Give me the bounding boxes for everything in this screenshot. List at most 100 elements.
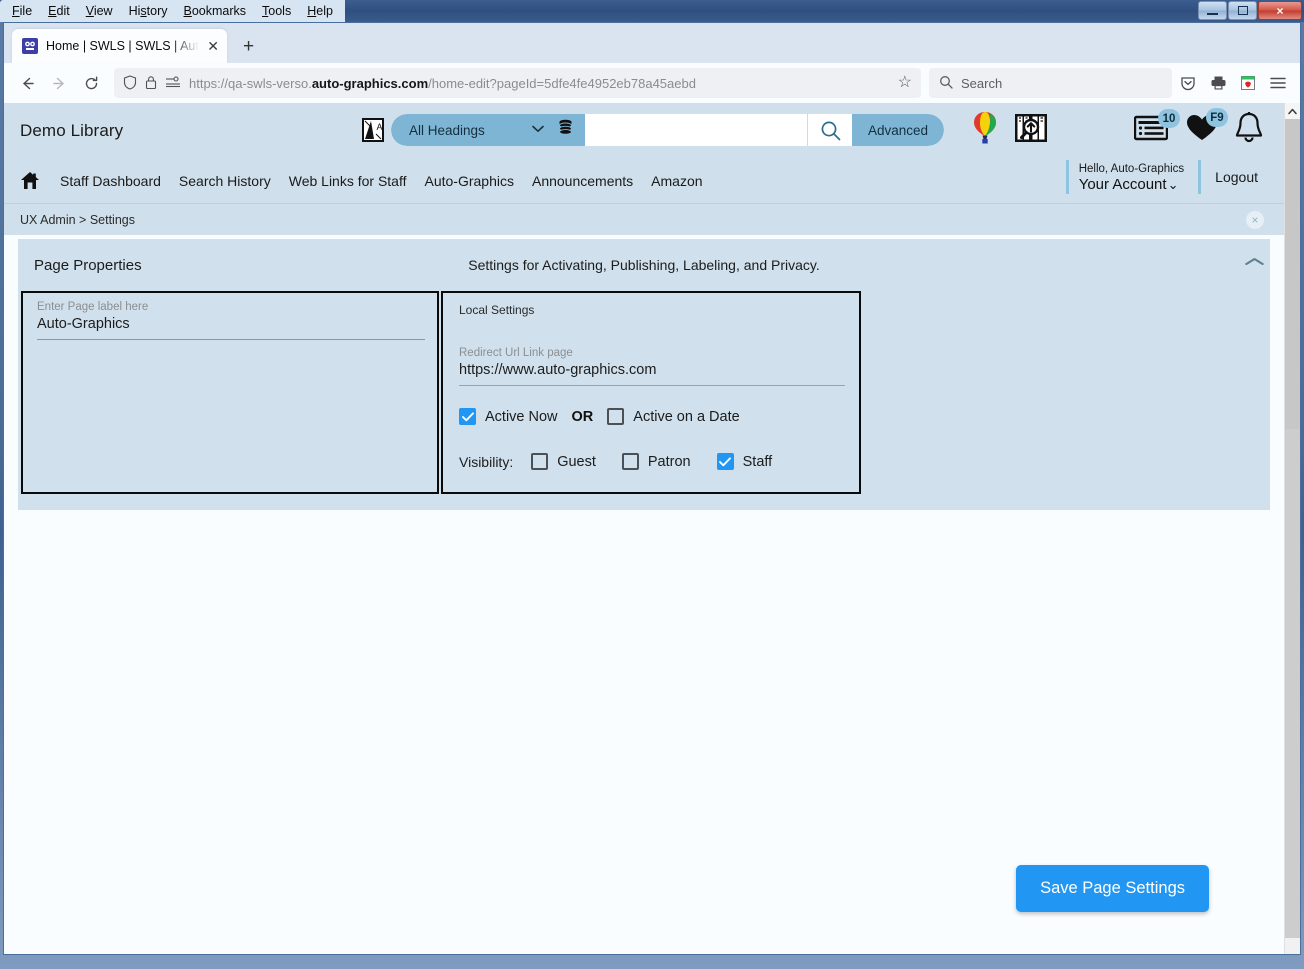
active-now-checkbox[interactable]	[459, 408, 476, 425]
panel-header: Page Properties Settings for Activating,…	[18, 239, 1270, 291]
tab-strip: Home | SWLS | SWLS | Auto-Gra ✕ +	[4, 23, 1300, 63]
print-icon[interactable]	[1204, 69, 1232, 97]
logout-area[interactable]: Logout	[1198, 160, 1268, 195]
nav-link-search-history[interactable]: Search History	[179, 173, 271, 189]
chevron-down-icon	[532, 125, 544, 136]
favorites-badge: F9	[1206, 108, 1228, 127]
staff-label: Staff	[742, 453, 773, 470]
pocket-icon[interactable]	[1174, 69, 1202, 97]
active-now-label: Active Now	[485, 408, 558, 425]
database-icon[interactable]	[558, 119, 573, 141]
lock-icon[interactable]	[145, 75, 157, 92]
url-bar[interactable]: https://qa-swls-verso.auto-graphics.com/…	[114, 68, 921, 98]
staff-checkbox[interactable]	[716, 453, 734, 470]
back-button[interactable]	[12, 68, 42, 98]
redirect-url-hint: Redirect Url Link page	[459, 347, 573, 359]
hamburger-menu-icon[interactable]	[1264, 69, 1292, 97]
scrollbar-thumb[interactable]	[1285, 119, 1300, 429]
bell-notifications-icon[interactable]	[1234, 112, 1264, 144]
menu-file[interactable]: File	[4, 2, 40, 20]
save-page-settings-button[interactable]: Save Page Settings	[1016, 865, 1209, 912]
menu-edit[interactable]: Edit	[40, 2, 78, 20]
page-scrollbar[interactable]	[1284, 103, 1300, 954]
close-window-button[interactable]: ×	[1258, 1, 1302, 20]
page-label-hint: Enter Page label here	[37, 301, 149, 313]
advanced-search-button[interactable]: Advanced	[852, 114, 945, 146]
search-scope-label: All Headings	[409, 122, 485, 138]
search-icon	[939, 75, 953, 91]
bookmark-star-icon[interactable]: ☆	[898, 75, 912, 91]
redirect-url-input[interactable]: https://www.auto-graphics.com	[459, 362, 845, 386]
search-submit-button[interactable]	[807, 114, 852, 146]
new-tab-button[interactable]: +	[237, 37, 260, 56]
active-on-date-checkbox-group[interactable]: Active on a Date	[607, 408, 740, 425]
window-controls: ×	[1197, 1, 1302, 20]
close-icon[interactable]: ×	[1246, 211, 1264, 229]
menu-bookmarks[interactable]: Bookmarks	[176, 2, 255, 20]
breadcrumb-bar: UX Admin > Settings ×	[4, 203, 1284, 235]
book-search-icon[interactable]	[1014, 112, 1048, 144]
navigation-toolbar: https://qa-swls-verso.auto-graphics.com/…	[4, 63, 1300, 103]
scrollbar-track[interactable]	[1285, 429, 1300, 938]
visibility-staff-group[interactable]: Staff	[716, 453, 773, 470]
nav-link-web-links-for-staff[interactable]: Web Links for Staff	[289, 173, 407, 189]
browser-window: Home | SWLS | SWLS | Auto-Gra ✕ +	[3, 22, 1301, 955]
page-properties-panel: Page Properties Settings for Activating,…	[18, 239, 1270, 510]
breadcrumb[interactable]: UX Admin > Settings	[20, 213, 135, 227]
minimize-button[interactable]	[1198, 1, 1227, 20]
logout-link[interactable]: Logout	[1215, 169, 1258, 185]
visibility-row: Visibility: Guest Patron Staff	[459, 453, 845, 470]
page-label-input[interactable]: Auto-Graphics	[37, 316, 425, 340]
browser-search-placeholder: Search	[961, 75, 1003, 91]
active-on-date-checkbox[interactable]	[607, 408, 625, 425]
account-menu[interactable]: Hello, Auto-Graphics Your Account ⌄	[1065, 160, 1198, 195]
chevron-down-icon: ⌄	[1167, 177, 1179, 193]
browser-search-bar[interactable]: Search	[929, 68, 1172, 98]
guest-checkbox[interactable]	[531, 453, 549, 470]
heart-favorites-icon[interactable]: F9	[1186, 108, 1228, 142]
forward-button[interactable]	[44, 68, 74, 98]
shield-icon[interactable]	[123, 74, 137, 92]
search-pill: All Headings Advanced	[391, 114, 945, 146]
active-now-checkbox-group[interactable]: Active Now	[459, 408, 558, 425]
reload-button[interactable]	[76, 68, 106, 98]
nav-link-announcements[interactable]: Announcements	[532, 173, 633, 189]
active-on-date-label: Active on a Date	[633, 408, 740, 425]
visibility-label: Visibility:	[459, 453, 514, 470]
collapse-chevron-icon[interactable]	[1244, 253, 1264, 270]
close-tab-icon[interactable]: ✕	[207, 39, 219, 53]
tab-favicon-icon	[22, 38, 38, 54]
or-separator: OR	[571, 408, 594, 425]
visibility-guest-group[interactable]: Guest	[531, 453, 596, 470]
visibility-patron-group[interactable]: Patron	[621, 453, 691, 470]
menu-help[interactable]: Help	[299, 2, 341, 20]
panel-subtitle: Settings for Activating, Publishing, Lab…	[468, 257, 820, 273]
local-settings-title: Local Settings	[459, 303, 535, 317]
page-label-card: Enter Page label here Auto-Graphics	[21, 291, 439, 494]
extension-icon[interactable]	[1234, 69, 1262, 97]
scroll-up-button[interactable]	[1285, 103, 1300, 119]
nav-link-auto-graphics[interactable]: Auto-Graphics	[425, 173, 514, 189]
header-icon-group: 10 F9	[972, 108, 1264, 145]
accessibility-icon[interactable]: A	[361, 117, 385, 143]
maximize-button[interactable]	[1228, 1, 1257, 20]
url-text[interactable]: https://qa-swls-verso.auto-graphics.com/…	[189, 76, 890, 91]
nav-link-staff-dashboard[interactable]: Staff Dashboard	[60, 173, 161, 189]
guest-label: Guest	[557, 453, 596, 470]
home-icon[interactable]	[20, 171, 40, 190]
menu-view[interactable]: View	[78, 2, 121, 20]
patron-checkbox[interactable]	[621, 453, 639, 470]
account-area: Hello, Auto-Graphics Your Account ⌄ Logo…	[1065, 160, 1268, 195]
menu-tools[interactable]: Tools	[254, 2, 299, 20]
your-account-button[interactable]: Your Account ⌄	[1079, 176, 1184, 194]
browser-tab[interactable]: Home | SWLS | SWLS | Auto-Gra ✕	[12, 29, 227, 63]
balloon-icon[interactable]	[972, 111, 998, 145]
activation-row: Active Now OR Active on a Date	[459, 408, 845, 425]
os-window: File Edit View History Bookmarks Tools H…	[0, 0, 1304, 969]
search-input[interactable]	[585, 114, 807, 146]
permissions-icon[interactable]	[165, 76, 181, 90]
nav-link-amazon[interactable]: Amazon	[651, 173, 702, 189]
menu-history[interactable]: History	[121, 2, 176, 20]
search-scope-dropdown[interactable]: All Headings	[391, 114, 585, 146]
news-list-icon[interactable]: 10	[1134, 109, 1180, 141]
